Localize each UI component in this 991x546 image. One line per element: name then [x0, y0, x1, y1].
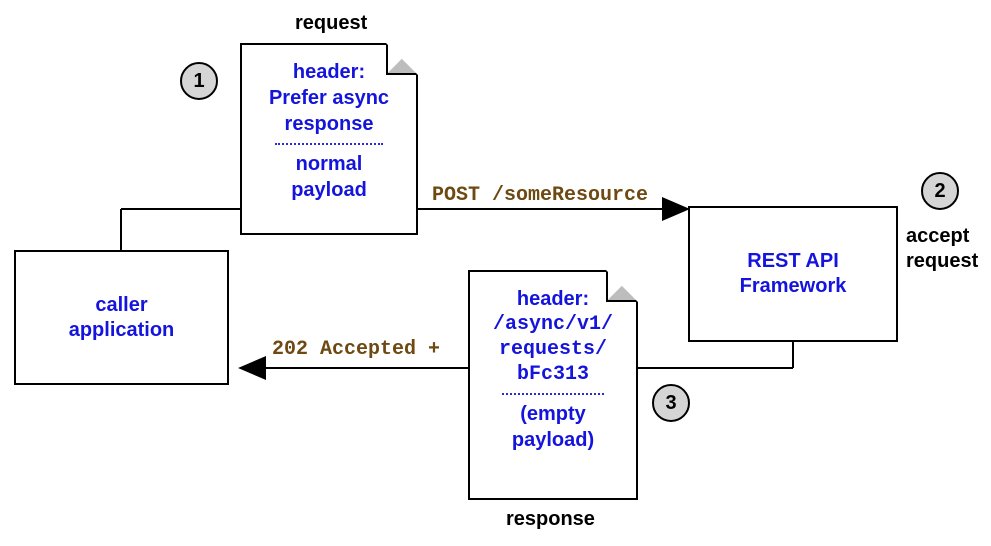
response-title: response: [506, 508, 595, 531]
response-payload: (empty payload): [480, 401, 626, 453]
request-header-value: Prefer async response: [252, 85, 406, 137]
caller-label: caller application: [69, 293, 175, 343]
request-document: header: Prefer async response normal pay…: [240, 43, 418, 235]
request-title: request: [295, 12, 367, 35]
step-2-number: 2: [934, 180, 945, 203]
response-header-label: header:: [480, 286, 626, 312]
post-arrow-label: POST /someResource: [432, 184, 648, 207]
caller-application-box: caller application: [14, 250, 229, 385]
page-fold-icon: [606, 270, 638, 302]
request-payload: normal payload: [252, 151, 406, 203]
framework-label: REST API Framework: [740, 249, 847, 299]
rest-api-framework-box: REST API Framework: [688, 206, 898, 342]
step-badge-3: 3: [652, 384, 690, 422]
accept-request-label: accept request: [906, 224, 978, 274]
page-fold-icon: [386, 43, 418, 75]
diagram-canvas: caller application REST API Framework re…: [0, 0, 991, 546]
step-1-number: 1: [193, 70, 204, 93]
step-3-number: 3: [665, 392, 676, 415]
dotted-separator: [502, 393, 604, 395]
response-header-value: /async/v1/ requests/ bFc313: [480, 312, 626, 387]
step-badge-2: 2: [921, 172, 959, 210]
dotted-separator: [275, 143, 383, 145]
response-document: header: /async/v1/ requests/ bFc313 (emp…: [468, 270, 638, 500]
step-badge-1: 1: [180, 62, 218, 100]
accepted-arrow-label: 202 Accepted +: [272, 338, 440, 361]
request-header-label: header:: [252, 59, 406, 85]
